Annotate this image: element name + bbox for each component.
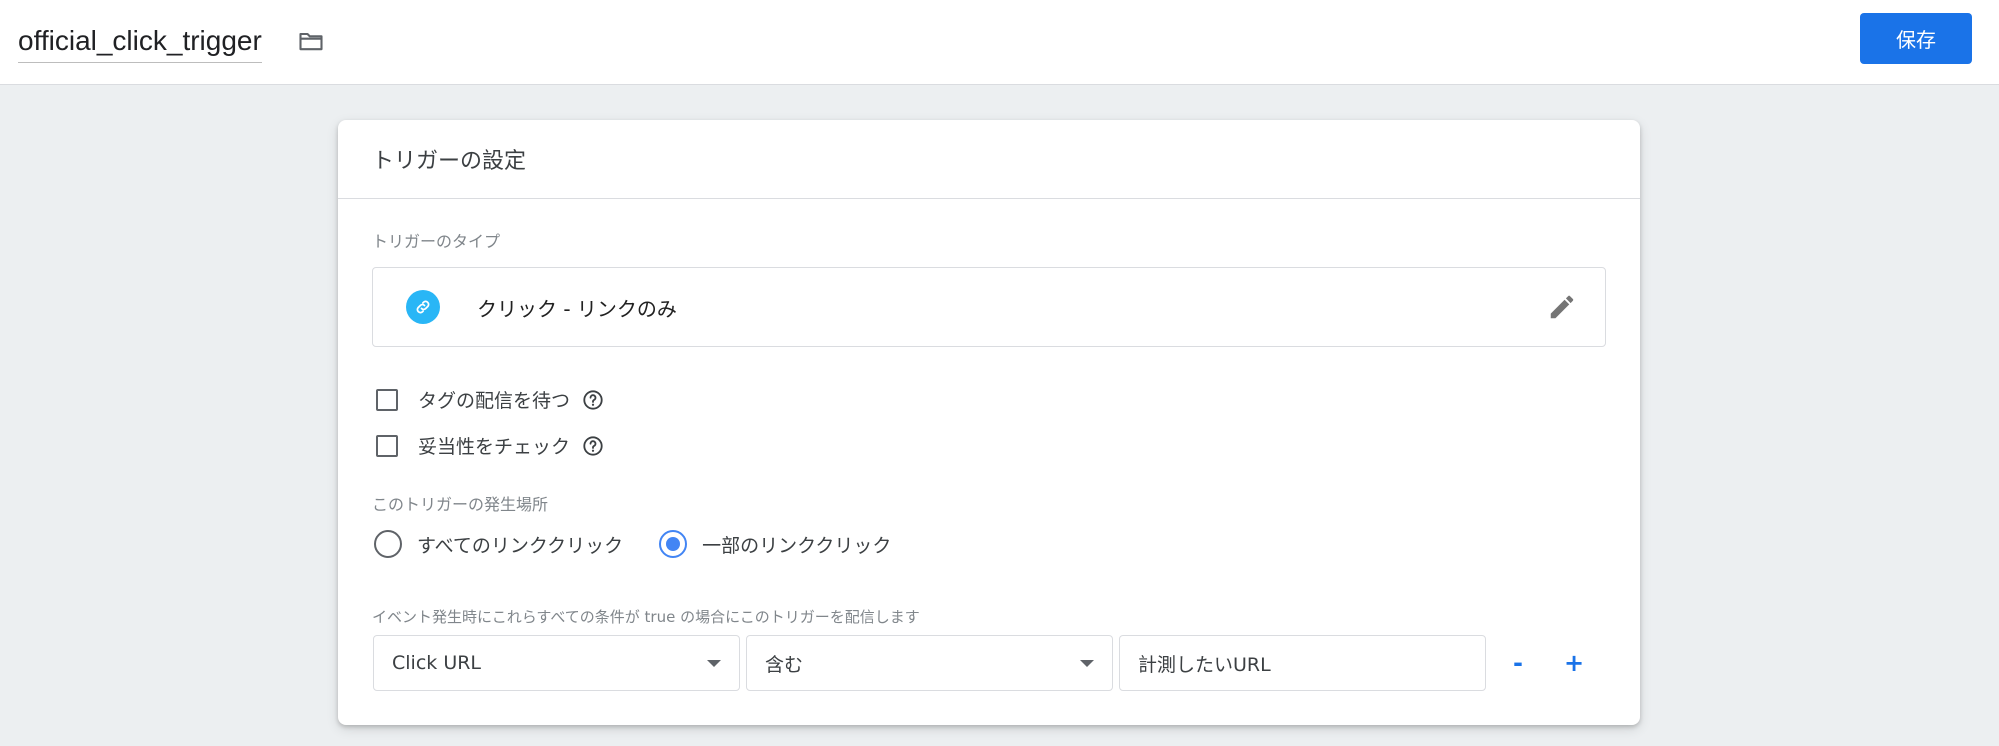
remove-condition-button[interactable]: - [1505,650,1531,676]
all-link-clicks-radio[interactable] [374,530,402,558]
fire-on-radio-group: すべてのリンククリック 一部のリンククリック [374,530,891,558]
variable-select-value: Click URL [392,652,482,674]
check-validation-option: 妥当性をチェック [376,432,604,459]
help-icon[interactable] [582,435,604,457]
variable-select[interactable]: Click URL [373,635,740,691]
trigger-name-field[interactable]: official_click_trigger [18,22,262,63]
trigger-type-name: クリック - リンクのみ [477,297,677,321]
all-link-clicks-option[interactable]: すべてのリンククリック [374,530,623,558]
trigger-config-card: トリガーの設定 トリガーのタイプ クリック - リンクのみ タグの配信を待つ 妥… [338,120,1640,725]
fire-on-label: このトリガーの発生場所 [372,495,549,514]
condition-value-text: 計測したいURL [1138,653,1271,676]
help-icon[interactable] [582,389,604,411]
wait-for-tags-label: タグの配信を待つ [418,390,571,412]
all-link-clicks-label: すべてのリンククリック [417,534,624,557]
trigger-type-selector[interactable]: クリック - リンクのみ [372,267,1606,347]
folder-icon[interactable] [295,27,327,55]
card-title: トリガーの設定 [338,120,1640,199]
chevron-down-icon [1080,660,1094,667]
chevron-down-icon [707,660,721,667]
top-bar: official_click_trigger 保存 [0,0,1999,85]
some-link-clicks-option[interactable]: 一部のリンククリック [659,530,891,558]
add-condition-button[interactable]: + [1561,650,1587,676]
operator-select-value: 含む [765,653,804,676]
pencil-icon[interactable] [1547,292,1577,322]
condition-description: イベント発生時にこれらすべての条件が true の場合にこのトリガーを配信します [372,608,920,626]
condition-value-input[interactable]: 計測したいURL [1119,635,1486,691]
check-validation-label: 妥当性をチェック [418,436,571,458]
some-link-clicks-radio[interactable] [659,530,688,558]
wait-for-tags-option: タグの配信を待つ [376,386,604,413]
save-button[interactable]: 保存 [1860,13,1972,64]
some-link-clicks-label: 一部のリンククリック [702,534,892,557]
wait-for-tags-checkbox[interactable] [376,388,398,411]
link-icon [406,290,440,324]
check-validation-checkbox[interactable] [376,434,398,457]
trigger-type-label: トリガーのタイプ [372,232,501,251]
operator-select[interactable]: 含む [746,635,1113,691]
